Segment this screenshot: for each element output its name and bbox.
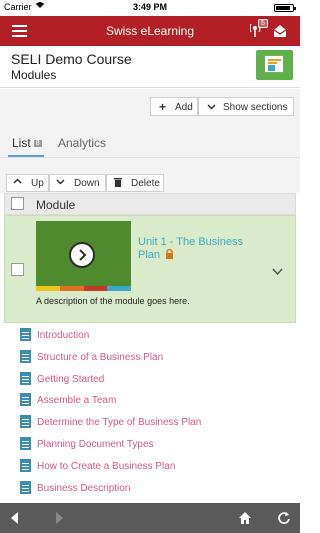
module-description: A description of the module goes here. [36, 296, 190, 306]
course-header: SELI Demo Course Modules [0, 46, 300, 88]
lesson-link[interactable]: Determine the Type of Business Plan [37, 417, 201, 428]
tab-list[interactable]: List 8 [12, 136, 42, 150]
notifications-button[interactable]: 5 [249, 19, 268, 40]
course-thumbnail-icon [256, 50, 293, 80]
document-icon [20, 328, 31, 341]
color-bar [107, 286, 131, 291]
open-module-button[interactable] [69, 242, 95, 268]
lesson-link[interactable]: Business Description [37, 483, 130, 494]
lesson-item[interactable]: Introduction [4, 324, 296, 346]
move-down-button[interactable]: Down [49, 174, 106, 192]
lesson-item[interactable]: How to Create a Business Plan [4, 455, 296, 477]
document-icon [20, 480, 31, 494]
module-row[interactable]: Unit 1 - The Business Plan A description… [4, 215, 296, 323]
show-sections-button[interactable]: Show sections [198, 97, 294, 116]
page-title: Modules [11, 68, 57, 82]
trash-icon [113, 177, 123, 191]
lesson-link[interactable]: Getting Started [37, 374, 104, 385]
home-icon[interactable] [238, 511, 252, 525]
tab-analytics[interactable]: Analytics [58, 136, 106, 150]
document-icon [20, 349, 31, 363]
color-bar [36, 286, 60, 291]
clock: 3:49 PM [132, 2, 167, 12]
tab-bar [0, 129, 300, 157]
refresh-icon[interactable] [277, 511, 291, 525]
lesson-item[interactable]: Business Description [4, 477, 296, 499]
app-header: Swiss eLearning 5 [0, 16, 300, 46]
module-title-link[interactable]: Unit 1 - The Business Plan [138, 236, 258, 262]
chevron-down-icon [207, 100, 216, 114]
document-icon [20, 437, 31, 450]
color-bar [83, 286, 108, 291]
document-icon [20, 458, 31, 472]
lesson-item[interactable]: Assemble a Team [4, 389, 296, 411]
module-thumbnail [36, 221, 131, 291]
mail-icon[interactable] [273, 24, 287, 38]
course-title: SELI Demo Course [11, 51, 132, 67]
move-up-button[interactable]: Up [6, 174, 49, 192]
lesson-link[interactable]: Planning Document Types [37, 439, 154, 450]
chevron-right-icon [79, 249, 87, 261]
module-checkbox[interactable] [11, 263, 24, 276]
delete-button[interactable]: Delete [106, 174, 164, 192]
notification-badge: 5 [258, 19, 268, 28]
module-table-header: Module [4, 193, 296, 215]
chevron-up-icon [13, 177, 22, 189]
chevron-down-icon [56, 177, 65, 189]
bottom-toolbar [0, 503, 300, 533]
lesson-link[interactable]: Introduction [37, 330, 89, 341]
status-bar: Carrier 3:49 PM [0, 0, 300, 16]
lesson-list: Introduction Structure of a Business Plan… [4, 324, 296, 500]
back-arrow-icon[interactable] [8, 511, 22, 525]
forward-arrow-icon[interactable] [52, 511, 66, 525]
color-bar [59, 286, 84, 291]
list-count-badge: 8 [33, 140, 42, 147]
document-icon [20, 415, 31, 429]
lock-icon [165, 248, 174, 262]
lesson-link[interactable]: Assemble a Team [37, 395, 116, 406]
lesson-item[interactable]: Getting Started [4, 368, 296, 390]
document-icon [20, 371, 31, 385]
select-all-checkbox[interactable] [11, 197, 24, 210]
lesson-item[interactable]: Determine the Type of Business Plan [4, 411, 296, 433]
plus-icon: + [159, 100, 167, 114]
thumbnail-color-bars [36, 286, 131, 291]
add-button[interactable]: + Add [150, 97, 198, 116]
battery-icon [274, 4, 296, 12]
document-icon [20, 393, 31, 407]
lesson-item[interactable]: Structure of a Business Plan [4, 346, 296, 368]
lesson-item[interactable]: Planning Document Types [4, 433, 296, 455]
lesson-link[interactable]: How to Create a Business Plan [37, 461, 175, 472]
expand-module-icon[interactable] [272, 265, 283, 279]
module-column-header: Module [36, 198, 76, 212]
lesson-link[interactable]: Structure of a Business Plan [37, 352, 163, 363]
